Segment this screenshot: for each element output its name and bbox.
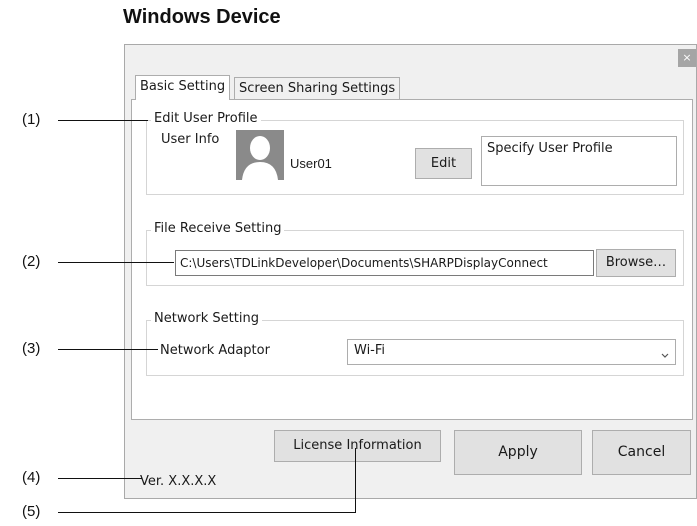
callout-line-1 xyxy=(58,120,148,121)
callout-4: (4) xyxy=(22,469,41,486)
callout-line-4 xyxy=(58,478,142,479)
network-adaptor-value: Wi-Fi xyxy=(354,343,386,358)
receive-folder-path-field[interactable]: C:\Users\TDLinkDeveloper\Documents\SHARP… xyxy=(175,250,594,276)
apply-button[interactable]: Apply xyxy=(454,430,582,475)
edit-button[interactable]: Edit xyxy=(415,148,472,179)
callout-3: (3) xyxy=(22,340,41,357)
callout-2: (2) xyxy=(22,253,41,270)
license-information-button[interactable]: License Information xyxy=(274,430,441,462)
tab-basic-setting[interactable]: Basic Setting xyxy=(135,75,231,100)
user-info-label: User Info xyxy=(161,132,220,147)
callout-5: (5) xyxy=(22,503,41,520)
user-name: User01 xyxy=(290,156,332,171)
version-label: Ver. X.X.X.X xyxy=(140,474,217,489)
network-setting-title: Network Setting xyxy=(151,311,262,326)
callout-line-5-vertical xyxy=(355,448,356,513)
close-button[interactable]: × xyxy=(678,49,696,67)
user-silhouette-icon xyxy=(236,130,284,180)
title-bar: × xyxy=(125,45,696,71)
network-adaptor-select[interactable]: Wi-Fi xyxy=(347,339,676,365)
settings-window: × Basic Setting Screen Sharing Settings … xyxy=(124,44,697,499)
cancel-button[interactable]: Cancel xyxy=(592,430,691,475)
network-adaptor-label: Network Adaptor xyxy=(160,343,270,358)
chevron-down-icon xyxy=(661,346,669,365)
browse-button[interactable]: Browse… xyxy=(596,249,676,277)
edit-user-profile-title: Edit User Profile xyxy=(151,111,261,126)
tab-screen-sharing-settings[interactable]: Screen Sharing Settings xyxy=(234,77,401,99)
page-heading: Windows Device xyxy=(123,6,281,28)
callout-line-2 xyxy=(58,262,174,263)
specify-user-profile-box: Specify User Profile xyxy=(481,136,677,186)
tab-panel-basic-setting: Edit User Profile User Info User01 Edit … xyxy=(131,99,693,420)
file-receive-setting-title: File Receive Setting xyxy=(151,221,285,236)
callout-line-5 xyxy=(58,512,356,513)
callout-1: (1) xyxy=(22,111,41,128)
callout-line-3 xyxy=(58,349,158,350)
